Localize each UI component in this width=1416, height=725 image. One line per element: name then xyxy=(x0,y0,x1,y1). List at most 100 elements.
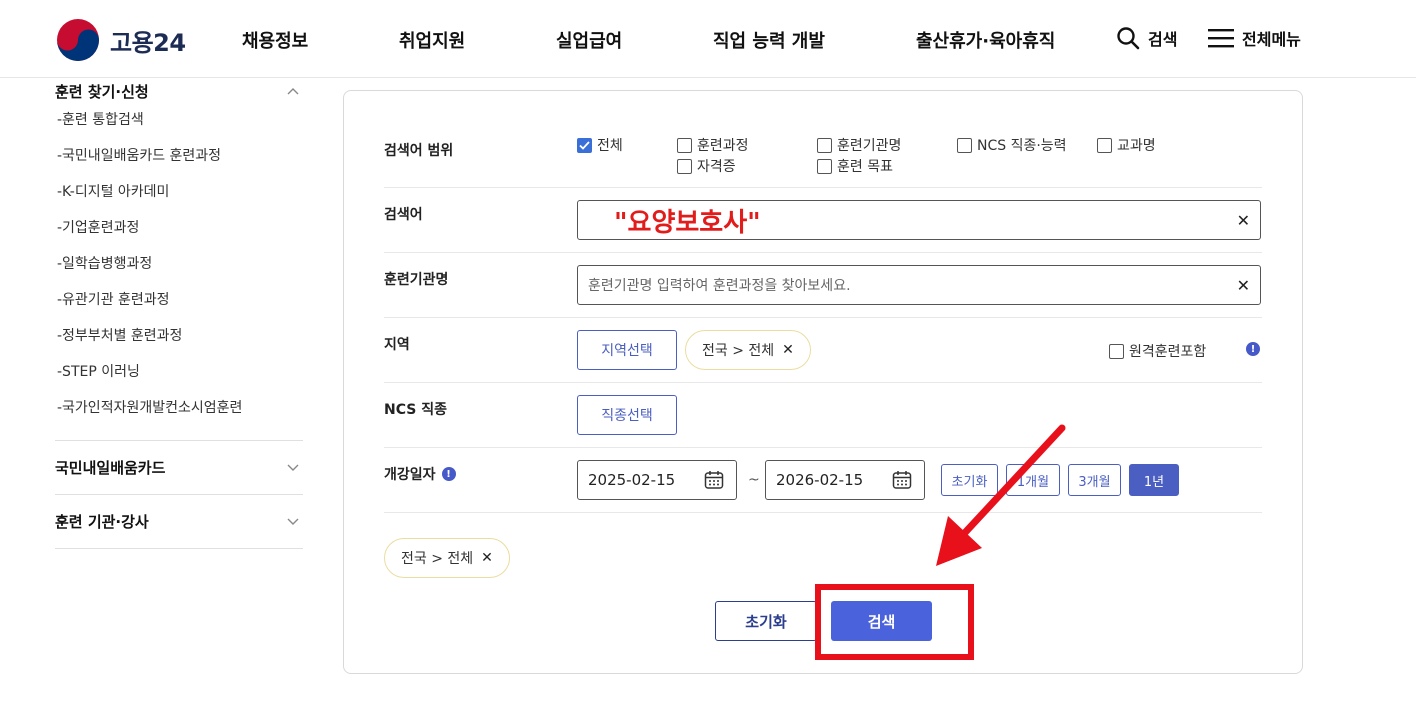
nav-employment-support[interactable]: 취업지원 xyxy=(399,27,465,53)
scope-option-label: 자격증 xyxy=(697,159,736,175)
remote-training-label: 원격훈련포함 xyxy=(1129,344,1207,360)
scope-checkbox-ncs[interactable]: NCS 직종·능력 xyxy=(957,135,1067,155)
checkbox-icon xyxy=(677,137,692,153)
sidebar-section-title: 훈련 찾기·신청 xyxy=(55,82,149,101)
site-header: 고용24 채용정보 취업지원 실업급여 직업 능력 개발 출산휴가·육아휴직 검… xyxy=(0,0,1416,78)
taegeuk-logo-icon xyxy=(57,19,99,61)
institution-label: 훈련기관명 xyxy=(384,272,449,288)
scope-option-label: 훈련 목표 xyxy=(837,159,893,175)
sidebar-item-k-digital-academy[interactable]: -K-디지털 아카데미 xyxy=(55,174,303,210)
checkbox-icon xyxy=(817,137,832,153)
keyword-value: "요양보호사" xyxy=(614,207,761,238)
reset-button[interactable]: 초기화 xyxy=(715,601,817,641)
header-search-label: 검색 xyxy=(1148,30,1178,49)
annotation-arrow-icon xyxy=(936,424,1066,566)
scope-option-label: NCS 직종·능력 xyxy=(977,138,1067,154)
annotation-highlight-box xyxy=(815,584,974,660)
logo[interactable]: 고용24 xyxy=(56,18,186,62)
sidebar: 훈련 찾기·신청 -훈련 통합검색 -국민내일배움카드 훈련과정 -K-디지털 … xyxy=(55,78,303,549)
sidebar-item-consortium[interactable]: -국가인적자원개발컨소시엄훈련 xyxy=(55,390,303,426)
region-row: 지역 지역선택 전국 > 전체 ✕ 원격훈련포함 ! xyxy=(384,318,1262,383)
scope-checkbox-certificate[interactable]: 자격증 xyxy=(677,156,736,176)
sidebar-section-title: 훈련 기관·강사 xyxy=(55,513,149,531)
sidebar-list: -훈련 통합검색 -국민내일배움카드 훈련과정 -K-디지털 아카데미 -기업훈… xyxy=(55,102,303,426)
sidebar-section-naeil-card[interactable]: 국민내일배움카드 xyxy=(55,441,303,494)
date-to-value: 2026-02-15 xyxy=(776,471,864,489)
calendar-icon[interactable] xyxy=(892,470,912,490)
remove-tag-icon[interactable]: ✕ xyxy=(481,550,493,566)
logo-text: 고용24 xyxy=(110,28,186,57)
header-menu-label: 전체메뉴 xyxy=(1242,30,1301,49)
sidebar-section-title: 국민내일배움카드 xyxy=(55,459,166,477)
sidebar-item-government-ministry[interactable]: -정부부처별 훈련과정 xyxy=(55,318,303,354)
sidebar-item-step-elearning[interactable]: -STEP 이러닝 xyxy=(55,354,303,390)
info-icon[interactable]: ! xyxy=(1246,342,1260,356)
hamburger-icon xyxy=(1208,29,1234,48)
remove-tag-icon[interactable]: ✕ xyxy=(782,342,794,358)
calendar-icon[interactable] xyxy=(704,470,724,490)
date-range-separator: ~ xyxy=(748,472,760,488)
search-icon xyxy=(1117,27,1140,50)
sidebar-divider xyxy=(55,548,303,549)
nav-unemployment-benefit[interactable]: 실업급여 xyxy=(556,27,622,53)
date-from-input[interactable]: 2025-02-15 xyxy=(577,460,737,500)
ncs-label: NCS 직종 xyxy=(384,402,447,418)
checkbox-icon xyxy=(817,158,832,174)
scope-checkbox-goal[interactable]: 훈련 목표 xyxy=(817,156,893,176)
institution-placeholder: 훈련기관명 입력하여 훈련과정을 찾아보세요. xyxy=(588,278,851,294)
clear-institution-icon[interactable]: ✕ xyxy=(1237,276,1250,295)
selected-tag-label: 전국 > 전체 xyxy=(401,551,474,567)
checkbox-icon xyxy=(957,137,972,153)
sidebar-section-institution[interactable]: 훈련 기관·강사 xyxy=(55,495,303,548)
keyword-row: 검색어 "요양보호사" ✕ xyxy=(384,188,1262,253)
selected-region-tag[interactable]: 전국 > 전체 ✕ xyxy=(384,538,510,578)
sidebar-item-corporate-training[interactable]: -기업훈련과정 xyxy=(55,210,303,246)
checkbox-icon xyxy=(1109,343,1124,359)
chevron-up-icon xyxy=(287,88,299,95)
header-all-menu-button[interactable]: 전체메뉴 xyxy=(1208,26,1301,50)
sidebar-section-training-search[interactable]: 훈련 찾기·신청 xyxy=(55,78,303,102)
date-to-input[interactable]: 2026-02-15 xyxy=(765,460,925,500)
ncs-select-button[interactable]: 직종선택 xyxy=(577,395,677,435)
institution-row: 훈련기관명 훈련기관명 입력하여 훈련과정을 찾아보세요. ✕ xyxy=(384,253,1262,318)
scope-row: 검색어 범위 전체 훈련과정 훈련기관명 NCS 직종·능력 교과명 자격증 훈… xyxy=(384,123,1262,188)
date-label-wrap: 개강일자 ! xyxy=(384,464,456,484)
info-icon[interactable]: ! xyxy=(441,467,456,481)
institution-input[interactable]: 훈련기관명 입력하여 훈련과정을 찾아보세요. ✕ xyxy=(577,265,1261,305)
header-search-button[interactable]: 검색 xyxy=(1116,26,1177,50)
chevron-down-icon xyxy=(287,464,299,471)
nav-parental-leave[interactable]: 출산휴가·육아휴직 xyxy=(916,27,1055,53)
date-from-value: 2025-02-15 xyxy=(588,471,676,489)
scope-label: 검색어 범위 xyxy=(384,143,454,159)
region-label: 지역 xyxy=(384,337,410,353)
scope-option-label: 훈련과정 xyxy=(697,138,749,154)
keyword-input[interactable]: "요양보호사" ✕ xyxy=(577,200,1261,240)
checkbox-checked-icon xyxy=(577,137,592,153)
scope-checkbox-subject[interactable]: 교과명 xyxy=(1097,135,1156,155)
sidebar-item-related-institution[interactable]: -유관기관 훈련과정 xyxy=(55,282,303,318)
scope-option-label: 전체 xyxy=(597,138,623,154)
sidebar-item-work-study[interactable]: -일학습병행과정 xyxy=(55,246,303,282)
region-tag-label: 전국 > 전체 xyxy=(702,343,775,359)
nav-job-info[interactable]: 채용정보 xyxy=(242,27,308,53)
keyword-label: 검색어 xyxy=(384,207,423,223)
period-3month-button[interactable]: 3개월 xyxy=(1068,464,1121,496)
period-1year-button[interactable]: 1년 xyxy=(1129,464,1179,496)
checkbox-icon xyxy=(677,158,692,174)
region-tag[interactable]: 전국 > 전체 ✕ xyxy=(685,330,811,370)
scope-checkbox-all[interactable]: 전체 xyxy=(577,135,623,155)
chevron-down-icon xyxy=(287,518,299,525)
region-select-button[interactable]: 지역선택 xyxy=(577,330,677,370)
sidebar-item-integrated-search[interactable]: -훈련 통합검색 xyxy=(55,102,303,138)
sidebar-item-naeil-card-course[interactable]: -국민내일배움카드 훈련과정 xyxy=(55,138,303,174)
scope-checkbox-course[interactable]: 훈련과정 xyxy=(677,135,749,155)
scope-option-label: 훈련기관명 xyxy=(837,138,902,154)
scope-checkbox-institution[interactable]: 훈련기관명 xyxy=(817,135,901,155)
ncs-row: NCS 직종 직종선택 xyxy=(384,383,1262,448)
nav-skill-development[interactable]: 직업 능력 개발 xyxy=(713,27,825,53)
checkbox-icon xyxy=(1097,137,1112,153)
date-row: 개강일자 ! 2025-02-15 ~ 2026-02-15 초기화 1개월 3… xyxy=(384,448,1262,513)
clear-keyword-icon[interactable]: ✕ xyxy=(1237,211,1250,230)
date-label: 개강일자 xyxy=(384,467,436,483)
remote-training-checkbox[interactable]: 원격훈련포함 xyxy=(1109,341,1206,361)
